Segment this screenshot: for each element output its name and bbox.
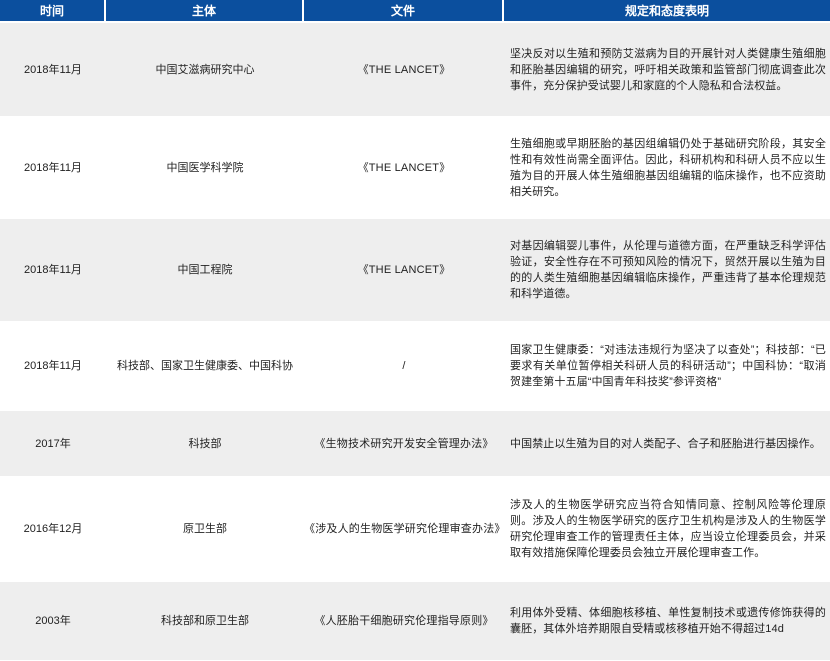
cell-regulation: 国家卫生健康委：“对违法违规行为坚决了以查处”；科技部：“已要求有关单位暂停相关… — [504, 321, 830, 409]
header-time: 时间 — [0, 0, 106, 21]
cell-document: 《THE LANCET》 — [304, 116, 504, 217]
cell-regulation: 利用体外受精、体细胞核移植、单性复制技术或遗传修饰获得的囊胚，其体外培养期限自受… — [504, 580, 830, 660]
table-row: 2003年 科技部和原卫生部 《人胚胎干细胞研究伦理指导原则》 利用体外受精、体… — [0, 580, 830, 660]
cell-document: 《THE LANCET》 — [304, 21, 504, 116]
cell-time: 2003年 — [0, 580, 106, 660]
table-row: 2018年11月 科技部、国家卫生健康委、中国科协 / 国家卫生健康委：“对违法… — [0, 321, 830, 409]
cell-time: 2017年 — [0, 409, 106, 476]
table-row: 2017年 科技部 《生物技术研究开发安全管理办法》 中国禁止以生殖为目的对人类… — [0, 409, 830, 476]
cell-regulation: 生殖细胞或早期胚胎的基因组编辑仍处于基础研究阶段，其安全性和有效性尚需全面评估。… — [504, 116, 830, 217]
cell-body: 科技部、国家卫生健康委、中国科协 — [106, 321, 304, 409]
cell-document: 《涉及人的生物医学研究伦理审查办法》 — [304, 476, 505, 580]
cell-regulation: 中国禁止以生殖为目的对人类配子、合子和胚胎进行基因操作。 — [504, 409, 830, 476]
cell-document: / — [304, 321, 504, 409]
cell-body: 原卫生部 — [106, 476, 304, 580]
cell-time: 2018年11月 — [0, 21, 106, 116]
cell-regulation: 坚决反对以生殖和预防艾滋病为目的开展针对人类健康生殖细胞和胚胎基因编辑的研究，呼… — [504, 21, 830, 116]
cell-body: 中国医学科学院 — [106, 116, 304, 217]
cell-document: 《THE LANCET》 — [304, 217, 504, 321]
header-body: 主体 — [106, 0, 304, 21]
cell-time: 2018年11月 — [0, 217, 106, 321]
cell-document: 《人胚胎干细胞研究伦理指导原则》 — [304, 580, 504, 660]
cell-body: 科技部 — [106, 409, 304, 476]
header-document: 文件 — [304, 0, 504, 21]
cell-body: 科技部和原卫生部 — [106, 580, 304, 660]
cell-time: 2018年11月 — [0, 116, 106, 217]
cell-time: 2018年11月 — [0, 321, 106, 409]
cell-regulation: 涉及人的生物医学研究应当符合知情同意、控制风险等伦理原则。涉及人的生物医学研究的… — [504, 476, 830, 580]
header-regulation: 规定和态度表明 — [504, 0, 830, 21]
table-header: 时间 主体 文件 规定和态度表明 — [0, 0, 830, 21]
table-row: 2018年11月 中国艾滋病研究中心 《THE LANCET》 坚决反对以生殖和… — [0, 21, 830, 116]
table-row: 2018年11月 中国工程院 《THE LANCET》 对基因编辑婴儿事件，从伦… — [0, 217, 830, 321]
cell-document: 《生物技术研究开发安全管理办法》 — [304, 409, 504, 476]
cell-body: 中国艾滋病研究中心 — [106, 21, 304, 116]
cell-time: 2016年12月 — [0, 476, 106, 580]
cell-body: 中国工程院 — [106, 217, 304, 321]
regulation-table: 时间 主体 文件 规定和态度表明 2018年11月 中国艾滋病研究中心 《THE… — [0, 0, 830, 660]
table-row: 2018年11月 中国医学科学院 《THE LANCET》 生殖细胞或早期胚胎的… — [0, 116, 830, 217]
cell-regulation: 对基因编辑婴儿事件，从伦理与道德方面，在严重缺乏科学评估验证，安全性存在不可预知… — [504, 217, 830, 321]
table-row: 2016年12月 原卫生部 《涉及人的生物医学研究伦理审查办法》 涉及人的生物医… — [0, 476, 830, 580]
